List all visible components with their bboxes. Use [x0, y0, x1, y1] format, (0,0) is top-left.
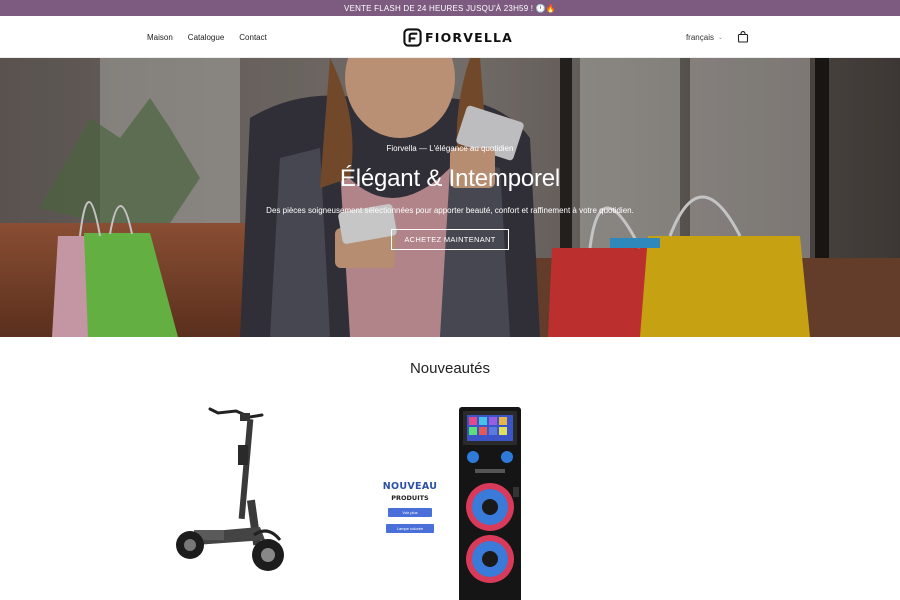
section-title: Nouveautés: [409, 360, 491, 377]
promo-button-2[interactable]: Lampe colorée: [386, 524, 434, 533]
product-image-scooter[interactable]: [170, 405, 290, 575]
hero-title: Élégant & Intemporel: [339, 165, 561, 192]
main-nav: Maison Catalogue Contact: [147, 16, 267, 58]
announcement-bar: VENTE FLASH DE 24 HEURES JUSQU'À 23H59 !…: [0, 0, 900, 16]
product-image-speaker[interactable]: [455, 407, 525, 600]
logo-text: FIORVELLA: [425, 29, 514, 45]
promo-button-1[interactable]: Voir plus: [388, 508, 432, 517]
promo-subtitle: PRODUITS: [391, 494, 429, 502]
shop-now-button[interactable]: ACHETEZ MAINTENANT: [391, 229, 509, 250]
logo-icon: [403, 27, 422, 47]
product-grid: NOUVEAU PRODUITS Voir plus Lampe colorée: [0, 377, 900, 600]
language-selector[interactable]: français ⌄: [686, 33, 723, 42]
nav-link-catalogue[interactable]: Catalogue: [188, 33, 224, 42]
hero-subtitle: Fiorvella — L'élégance au quotidien: [386, 144, 514, 153]
announcement-text: VENTE FLASH DE 24 HEURES JUSQU'À 23H59 !…: [344, 3, 556, 13]
promo-badge: NOUVEAU PRODUITS Voir plus Lampe colorée: [380, 481, 440, 533]
nav-link-maison[interactable]: Maison: [147, 33, 173, 42]
hero-content: Fiorvella — L'élégance au quotidien Élég…: [0, 144, 900, 250]
hero-banner: Fiorvella — L'élégance au quotidien Élég…: [0, 58, 900, 337]
promo-title: NOUVEAU: [382, 481, 438, 492]
chevron-down-icon: ⌄: [717, 34, 723, 41]
header-tools: français ⌄: [686, 16, 749, 58]
site-logo[interactable]: FIORVELLA: [403, 27, 513, 47]
hero-description: Des pièces soigneusement sélectionnées p…: [266, 206, 634, 215]
shopping-bag-icon[interactable]: [737, 31, 749, 43]
nav-link-contact[interactable]: Contact: [239, 33, 267, 42]
site-header: Maison Catalogue Contact FIORVELLA franç…: [0, 16, 900, 58]
language-label: français: [685, 32, 714, 42]
